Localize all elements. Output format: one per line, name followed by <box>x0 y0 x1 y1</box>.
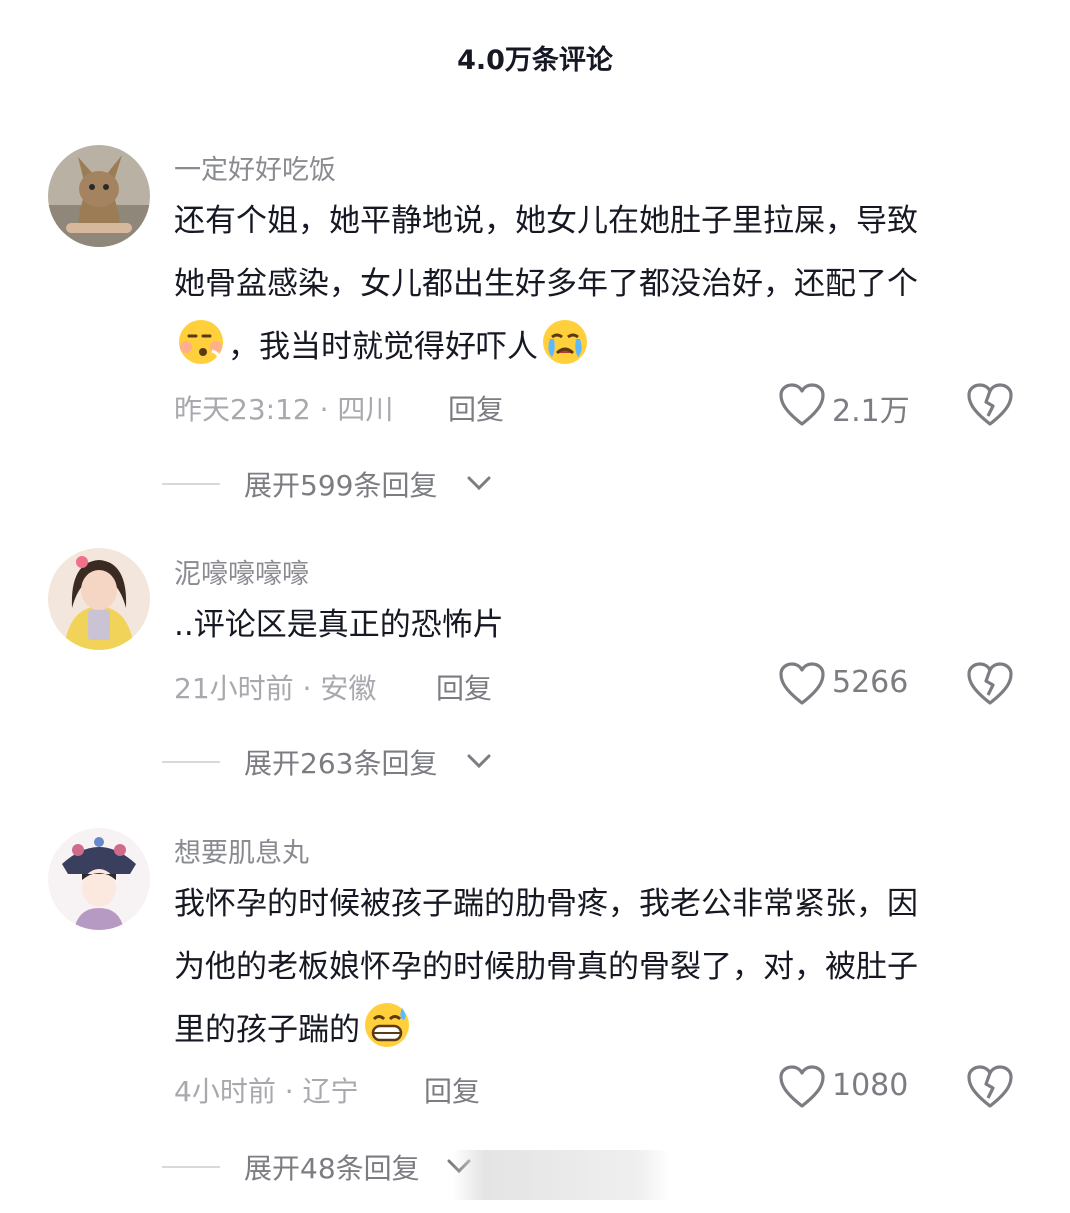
reply-button[interactable]: 回复 <box>424 1070 480 1110</box>
comment-text-line: ，我当时就觉得好吓人 <box>174 316 1024 379</box>
expand-replies-button[interactable]: 展开263条回复 <box>162 742 502 782</box>
dizzy-face-emoji <box>179 320 223 364</box>
comment-time-location: 昨天23:12 · 四川 <box>174 393 394 426</box>
heart-icon <box>779 1065 825 1108</box>
comment-username[interactable]: 泥嚎嚎嚎嚎 <box>174 552 309 591</box>
comment-text-fragment: ，我当时就觉得好吓人 <box>228 329 538 365</box>
comment-time-location: 4小时前 · 辽宁 <box>174 1075 359 1108</box>
chevron-down-icon <box>467 476 491 491</box>
comment-text-line: 里的孩子踹的 <box>174 999 1024 1062</box>
like-count: 5266 <box>832 665 909 700</box>
expand-replies-button[interactable]: 展开599条回复 <box>162 464 502 504</box>
divider <box>162 761 220 763</box>
like-count: 2.1万 <box>832 394 910 429</box>
chevron-down-icon <box>467 754 491 769</box>
heart-icon <box>779 383 825 426</box>
expand-replies-button[interactable]: 展开48条回复 <box>162 1147 482 1187</box>
watermark-overlay <box>452 1150 670 1200</box>
broken-heart-icon[interactable] <box>966 661 1014 707</box>
expand-replies-label: 展开48条回复 <box>244 1152 420 1185</box>
expand-replies-label: 展开599条回复 <box>244 469 438 502</box>
avatar[interactable] <box>48 548 150 650</box>
divider <box>162 483 220 485</box>
comment-text: 我怀孕的时候被孩子踹的肋骨疼，我老公非常紧张，因 为他的老板娘怀孕的时候肋骨真的… <box>174 873 1024 1062</box>
avatar[interactable] <box>48 145 150 247</box>
heart-icon <box>779 662 825 705</box>
grinning-sweat-emoji <box>365 1003 409 1047</box>
comment-text: ..评论区是真正的恐怖片 <box>174 594 1024 657</box>
comment-text-line: 她骨盆感染，女儿都出生好多年了都没治好，还配了个 <box>174 266 918 302</box>
comment-username[interactable]: 一定好好吃饭 <box>174 148 336 187</box>
like-count: 1080 <box>832 1068 909 1103</box>
comment-text-line: 我怀孕的时候被孩子踹的肋骨疼，我老公非常紧张，因 <box>174 886 918 922</box>
avatar[interactable] <box>48 828 150 930</box>
comment-text-fragment: 里的孩子踹的 <box>174 1012 360 1048</box>
comments-count-title: 4.0万条评论 <box>457 45 613 76</box>
broken-heart-icon[interactable] <box>966 1064 1014 1110</box>
comment-text-line: ..评论区是真正的恐怖片 <box>174 607 504 643</box>
comment-text-line: 为他的老板娘怀孕的时候肋骨真的骨裂了，对，被肚子 <box>174 949 918 985</box>
comment-text-line: 还有个姐，她平静地说，她女儿在她肚子里拉屎，导致 <box>174 203 918 239</box>
expand-replies-label: 展开263条回复 <box>244 747 438 780</box>
reply-button[interactable]: 回复 <box>448 388 504 428</box>
comment-text: 还有个姐，她平静地说，她女儿在她肚子里拉屎，导致 她骨盆感染，女儿都出生好多年了… <box>174 190 1024 379</box>
broken-heart-icon[interactable] <box>966 382 1014 428</box>
divider <box>162 1166 220 1168</box>
crying-face-emoji <box>543 320 587 364</box>
comment-username[interactable]: 想要肌息丸 <box>174 831 309 870</box>
comment-time-location: 21小时前 · 安徽 <box>174 672 377 705</box>
reply-button[interactable]: 回复 <box>436 667 492 707</box>
